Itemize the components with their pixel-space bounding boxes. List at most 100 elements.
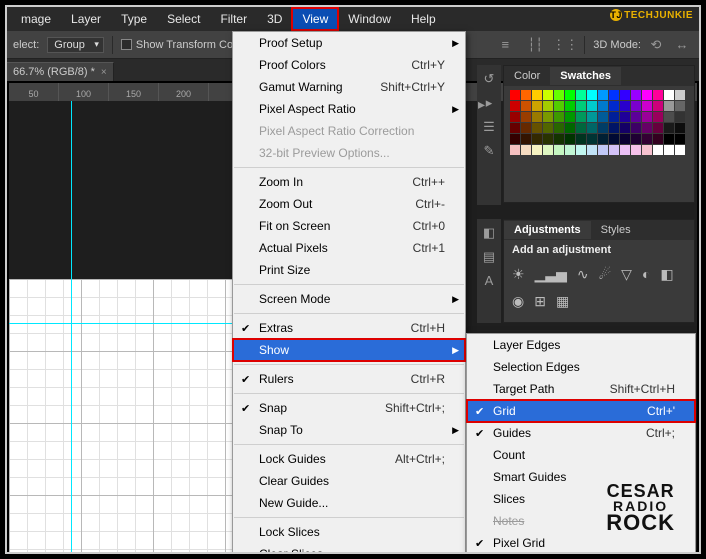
document-tab[interactable]: 66.7% (RGB/8) *× — [7, 62, 114, 81]
swatch[interactable] — [609, 145, 619, 155]
swatch[interactable] — [675, 90, 685, 100]
menuitem-count[interactable]: Count — [467, 444, 695, 466]
swatch[interactable] — [620, 134, 630, 144]
align-icon[interactable]: ≡ — [494, 35, 516, 55]
swatch[interactable] — [642, 101, 652, 111]
menu-3d[interactable]: 3D — [257, 8, 292, 30]
swatch[interactable] — [642, 90, 652, 100]
swatch[interactable] — [664, 145, 674, 155]
menuitem-layer-edges[interactable]: Layer Edges — [467, 334, 695, 356]
menuitem-lock-guides[interactable]: Lock GuidesAlt+Ctrl+; — [233, 448, 465, 470]
levels-icon[interactable]: ▁▃▅ — [535, 266, 567, 283]
swatch[interactable] — [554, 123, 564, 133]
swatch[interactable] — [521, 90, 531, 100]
swatch[interactable] — [609, 134, 619, 144]
brightness-icon[interactable]: ☀ — [512, 266, 525, 283]
swatch[interactable] — [554, 90, 564, 100]
menu-type[interactable]: Type — [111, 8, 157, 30]
menuitem-selection-edges[interactable]: Selection Edges — [467, 356, 695, 378]
channel-mixer-icon[interactable]: ⊞ — [534, 293, 546, 310]
swatch[interactable] — [532, 112, 542, 122]
swatch[interactable] — [521, 145, 531, 155]
swatch[interactable] — [554, 112, 564, 122]
exposure-icon[interactable]: ☄ — [599, 266, 612, 283]
align-icon[interactable]: ┆┆ — [524, 35, 546, 55]
swatch[interactable] — [620, 90, 630, 100]
distribute-icon[interactable]: ⋮⋮ — [554, 35, 576, 55]
swatch[interactable] — [543, 123, 553, 133]
properties-icon[interactable]: ☰ — [483, 119, 495, 135]
hue-icon[interactable]: ◐ — [642, 266, 650, 283]
swatch[interactable] — [653, 123, 663, 133]
menuitem-pixel-aspect-ratio[interactable]: Pixel Aspect Ratio▶ — [233, 98, 465, 120]
swatch[interactable] — [631, 101, 641, 111]
swatch[interactable] — [653, 90, 663, 100]
menuitem-rulers[interactable]: ✔RulersCtrl+R — [233, 368, 465, 390]
actions-icon[interactable]: ▸ — [486, 95, 493, 111]
swatch[interactable] — [631, 134, 641, 144]
swatch[interactable] — [532, 123, 542, 133]
swatch[interactable] — [631, 123, 641, 133]
swatch[interactable] — [664, 134, 674, 144]
swatch[interactable] — [675, 123, 685, 133]
swatch[interactable] — [543, 134, 553, 144]
swatch[interactable] — [631, 145, 641, 155]
swatch[interactable] — [543, 145, 553, 155]
levels-icon[interactable]: ◧ — [483, 225, 495, 241]
orbit-icon[interactable]: ⟲ — [645, 35, 667, 55]
char-icon[interactable]: A — [485, 273, 494, 288]
swatch[interactable] — [510, 145, 520, 155]
swatch[interactable] — [631, 90, 641, 100]
menuitem-snap[interactable]: ✔SnapShift+Ctrl+; — [233, 397, 465, 419]
swatch[interactable] — [664, 123, 674, 133]
swatch[interactable] — [609, 112, 619, 122]
swatch[interactable] — [565, 134, 575, 144]
swatch[interactable] — [576, 90, 586, 100]
swatch[interactable] — [521, 134, 531, 144]
menuitem-grid[interactable]: ✔GridCtrl+' — [467, 400, 695, 422]
tab-color[interactable]: Color — [504, 67, 550, 85]
swatch[interactable] — [664, 90, 674, 100]
swatch[interactable] — [631, 112, 641, 122]
swatch[interactable] — [521, 101, 531, 111]
menuitem-target-path[interactable]: Target PathShift+Ctrl+H — [467, 378, 695, 400]
swatch[interactable] — [642, 134, 652, 144]
menuitem-guides[interactable]: ✔GuidesCtrl+; — [467, 422, 695, 444]
swatches-grid[interactable] — [504, 86, 694, 159]
swatch[interactable] — [565, 145, 575, 155]
menuitem-new-guide-[interactable]: New Guide... — [233, 492, 465, 514]
menuitem-snap-to[interactable]: Snap To▶ — [233, 419, 465, 441]
swatch[interactable] — [609, 123, 619, 133]
menu-mage[interactable]: mage — [11, 8, 61, 30]
swatch[interactable] — [510, 90, 520, 100]
lookup-icon[interactable]: ▦ — [556, 293, 569, 310]
swatch[interactable] — [521, 123, 531, 133]
swatch[interactable] — [653, 134, 663, 144]
menuitem-proof-setup[interactable]: Proof Setup▶ — [233, 32, 465, 54]
swatch[interactable] — [620, 112, 630, 122]
swatch[interactable] — [598, 123, 608, 133]
swatch[interactable] — [565, 123, 575, 133]
menuitem-actual-pixels[interactable]: Actual PixelsCtrl+1 — [233, 237, 465, 259]
swatch[interactable] — [642, 145, 652, 155]
close-icon[interactable]: × — [101, 67, 107, 78]
brush-icon[interactable]: ✎ — [484, 143, 495, 159]
menuitem-print-size[interactable]: Print Size — [233, 259, 465, 281]
menu-help[interactable]: Help — [401, 8, 446, 30]
photo-filter-icon[interactable]: ◉ — [512, 293, 524, 310]
menuitem-clear-guides[interactable]: Clear Guides — [233, 470, 465, 492]
swatch[interactable] — [565, 101, 575, 111]
menuitem-zoom-out[interactable]: Zoom OutCtrl+- — [233, 193, 465, 215]
swatch[interactable] — [543, 101, 553, 111]
swatch[interactable] — [532, 90, 542, 100]
swatch[interactable] — [675, 101, 685, 111]
swatch[interactable] — [598, 90, 608, 100]
menu-filter[interactable]: Filter — [210, 8, 257, 30]
vibrance-icon[interactable]: ▽ — [621, 266, 632, 283]
select-combo[interactable]: Group — [47, 37, 104, 53]
menuitem-proof-colors[interactable]: Proof ColorsCtrl+Y — [233, 54, 465, 76]
swatch[interactable] — [576, 123, 586, 133]
swatch[interactable] — [598, 112, 608, 122]
swatch[interactable] — [664, 101, 674, 111]
show-transform-controls[interactable]: Show Transform Contr — [121, 39, 246, 51]
